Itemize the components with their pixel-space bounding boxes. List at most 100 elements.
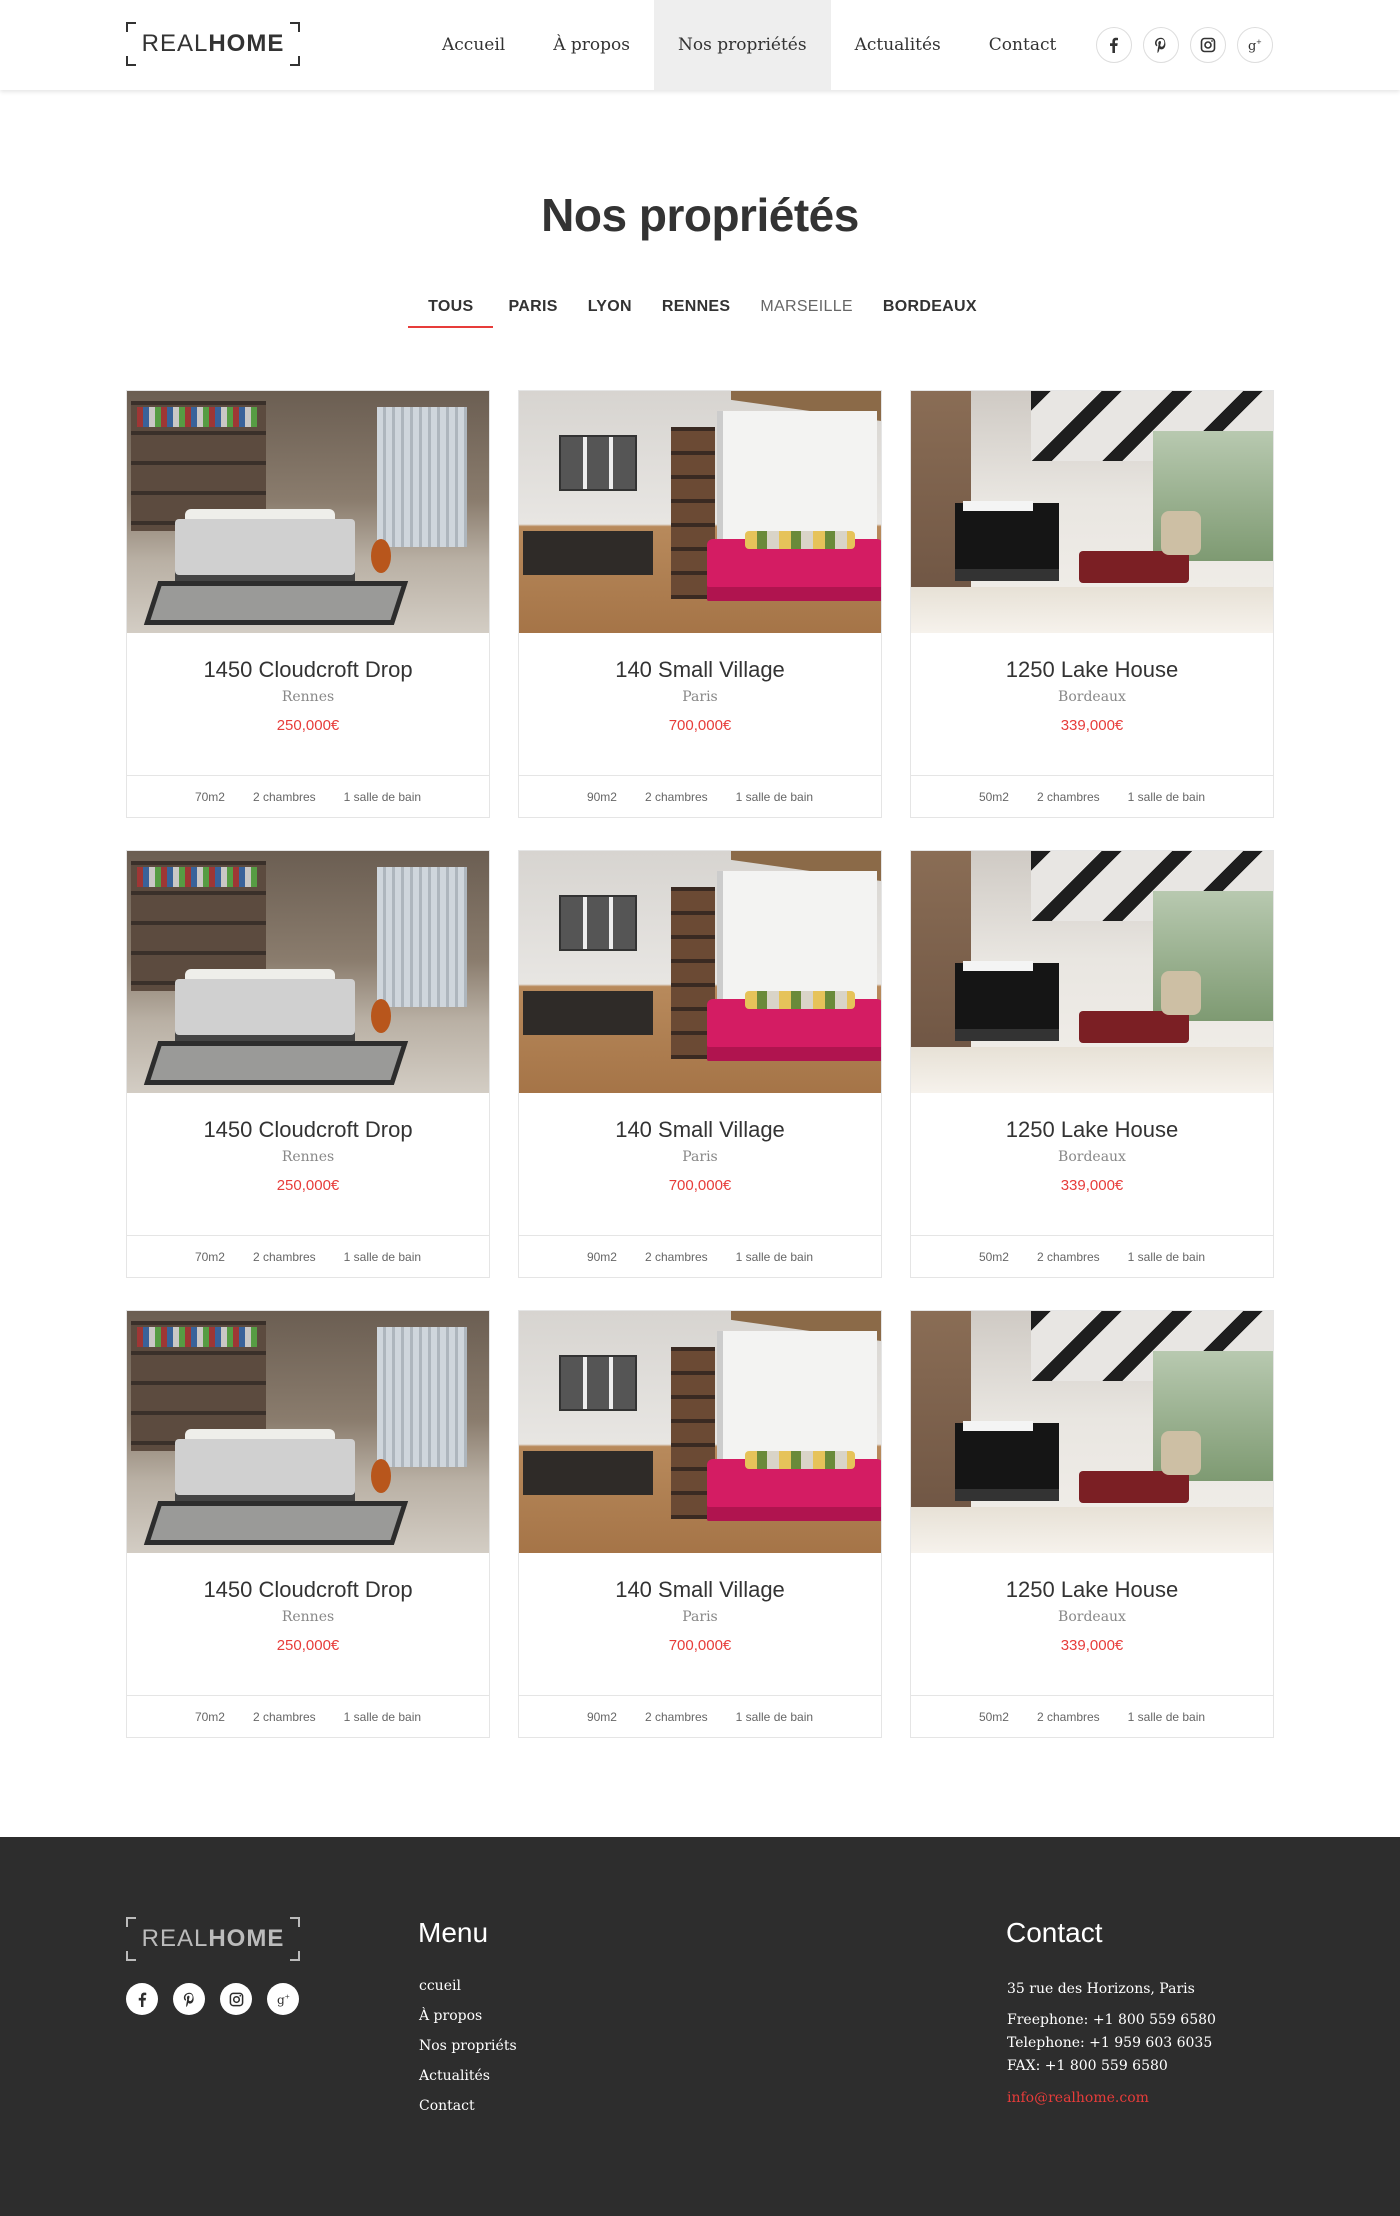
property-area: 50m2 <box>978 789 1009 804</box>
footer-menu-title: Menu <box>418 1917 489 1948</box>
property-card[interactable]: 140 Small Village Paris 700,000€ 90m2 2 cham… <box>518 850 882 1278</box>
footer-telephone: Telephone: +1 959 603 6035 <box>1007 2035 1213 2051</box>
property-bathrooms: 1 salle de bain <box>343 789 422 804</box>
property-name[interactable]: 140 Small Village <box>519 1117 881 1143</box>
filter-tab-rennes[interactable]: RENNES <box>647 294 745 328</box>
property-photo[interactable] <box>911 1311 1273 1553</box>
footer-email-link[interactable]: info@realhome.com <box>1007 2087 1216 2110</box>
filter-tab-tous[interactable]: TOUS <box>408 294 494 328</box>
property-bedrooms: 2 chambres <box>1036 1249 1100 1264</box>
filter-tab-lyon[interactable]: LYON <box>573 294 647 328</box>
property-card[interactable]: 1450 Cloudcroft Drop Rennes 250,000€ 70m2 2 … <box>126 1310 490 1738</box>
property-bedrooms: 2 chambres <box>252 1249 316 1264</box>
nav-item-nos-proprietes[interactable]: Nos propriétés <box>653 0 831 90</box>
property-grid: 1450 Cloudcroft Drop Rennes 250,000€ 70m2 2 … <box>126 390 1274 1738</box>
nav-item-a-propos[interactable]: À propos <box>529 0 654 90</box>
facebook-icon[interactable] <box>1096 27 1132 63</box>
property-card[interactable]: 1250 Lake House Bordeaux 339,000€ 50m2 2 cha… <box>910 390 1274 818</box>
property-details: 50m2 2 chambres 1 salle de bain <box>911 775 1273 817</box>
page-title: Nos propriétés <box>541 189 859 241</box>
property-info: 1450 Cloudcroft Drop Rennes 250,000€ <box>127 1553 489 1695</box>
footer-social-links: g + <box>126 1983 299 2015</box>
site-logo[interactable]: REALHOME <box>126 22 300 66</box>
nav-item-contact[interactable]: Contact <box>965 0 1081 90</box>
property-card[interactable]: 140 Small Village Paris 700,000€ 90m2 2 cham… <box>518 1310 882 1738</box>
svg-text:+: + <box>1256 38 1262 46</box>
property-info: 1450 Cloudcroft Drop Rennes 250,000€ <box>127 633 489 775</box>
footer-menu-contact[interactable]: Contact <box>419 2097 517 2115</box>
property-name[interactable]: 1450 Cloudcroft Drop <box>127 657 489 683</box>
footer-contact-title: Contact <box>1006 1917 1103 1948</box>
property-city: Paris <box>682 1609 718 1625</box>
property-info: 1450 Cloudcroft Drop Rennes 250,000€ <box>127 1093 489 1235</box>
property-details: 90m2 2 chambres 1 salle de bain <box>519 775 881 817</box>
logo-text-light: REAL <box>141 30 209 57</box>
property-area: 70m2 <box>194 1709 225 1724</box>
property-card[interactable]: 140 Small Village Paris 700,000€ 90m2 2 cham… <box>518 390 882 818</box>
property-details: 50m2 2 chambres 1 salle de bain <box>911 1695 1273 1737</box>
property-city: Paris <box>682 689 718 705</box>
property-photo[interactable] <box>127 851 489 1093</box>
site-header: REALHOME Accueil À propos Nos propriétés… <box>0 0 1400 90</box>
instagram-icon[interactable] <box>220 1983 252 2015</box>
property-photo[interactable] <box>911 851 1273 1093</box>
property-area: 50m2 <box>978 1709 1009 1724</box>
footer-menu-actualites[interactable]: Actualités <box>419 2067 517 2085</box>
property-name[interactable]: 1250 Lake House <box>911 657 1273 683</box>
property-bathrooms: 1 salle de bain <box>343 1709 422 1724</box>
property-info: 140 Small Village Paris 700,000€ <box>519 1553 881 1695</box>
property-area: 70m2 <box>194 789 225 804</box>
property-photo[interactable] <box>127 1311 489 1553</box>
footer-logo[interactable]: REALHOME <box>126 1917 300 1961</box>
footer-menu-nos-proprietes[interactable]: Nos propriéts <box>419 2037 517 2055</box>
nav-item-actualites[interactable]: Actualités <box>831 0 965 90</box>
property-name[interactable]: 140 Small Village <box>519 1577 881 1603</box>
property-bathrooms: 1 salle de bain <box>735 1249 814 1264</box>
footer-menu-a-propos[interactable]: À propos <box>419 2007 517 2025</box>
property-name[interactable]: 1450 Cloudcroft Drop <box>127 1117 489 1143</box>
property-card[interactable]: 1450 Cloudcroft Drop Rennes 250,000€ 70m2 2 … <box>126 390 490 818</box>
property-city: Rennes <box>281 1149 335 1165</box>
property-name[interactable]: 1250 Lake House <box>911 1117 1273 1143</box>
property-bedrooms: 2 chambres <box>1036 1709 1100 1724</box>
instagram-icon[interactable] <box>1190 27 1226 63</box>
property-card[interactable]: 1450 Cloudcroft Drop Rennes 250,000€ 70m2 2 … <box>126 850 490 1278</box>
property-photo[interactable] <box>519 1311 881 1553</box>
pinterest-icon[interactable] <box>173 1983 205 2015</box>
property-info: 1250 Lake House Bordeaux 339,000€ <box>911 633 1273 775</box>
google-plus-icon[interactable]: g + <box>1237 27 1273 63</box>
property-price: 250,000€ <box>276 717 340 734</box>
property-bedrooms: 2 chambres <box>252 1709 316 1724</box>
property-name[interactable]: 1450 Cloudcroft Drop <box>127 1577 489 1603</box>
property-card[interactable]: 1250 Lake House Bordeaux 339,000€ 50m2 2 cha… <box>910 850 1274 1278</box>
property-photo[interactable] <box>911 391 1273 633</box>
property-photo[interactable] <box>519 391 881 633</box>
property-price: 250,000€ <box>276 1637 340 1654</box>
pinterest-icon[interactable] <box>1143 27 1179 63</box>
logo-text-bold: HOME <box>208 30 285 57</box>
filter-tab-paris[interactable]: PARIS <box>493 294 572 328</box>
filter-tab-marseille[interactable]: MARSEILLE <box>745 294 868 328</box>
filter-tab-bordeaux[interactable]: BORDEAUX <box>868 294 992 328</box>
property-bathrooms: 1 salle de bain <box>735 1709 814 1724</box>
property-city: Rennes <box>281 689 335 705</box>
property-photo[interactable] <box>127 391 489 633</box>
property-card[interactable]: 1250 Lake House Bordeaux 339,000€ 50m2 2 cha… <box>910 1310 1274 1738</box>
property-city: Paris <box>682 1149 718 1165</box>
property-city: Bordeaux <box>1058 689 1126 705</box>
google-plus-icon[interactable]: g + <box>267 1983 299 2015</box>
property-bathrooms: 1 salle de bain <box>343 1249 422 1264</box>
property-details: 70m2 2 chambres 1 salle de bain <box>127 775 489 817</box>
main-nav: Accueil À propos Nos propriétés Actualit… <box>418 0 1080 90</box>
facebook-icon[interactable] <box>126 1983 158 2015</box>
property-photo[interactable] <box>519 851 881 1093</box>
property-price: 339,000€ <box>1060 717 1124 734</box>
footer-menu-accueil[interactable]: ccueil <box>419 1977 517 1995</box>
property-city: Rennes <box>281 1609 335 1625</box>
property-bathrooms: 1 salle de bain <box>1127 789 1206 804</box>
site-footer: REALHOME g + Menu ccueil À propos Nos pro… <box>0 1837 1400 2216</box>
property-name[interactable]: 1250 Lake House <box>911 1577 1273 1603</box>
nav-item-accueil[interactable]: Accueil <box>418 0 529 90</box>
property-details: 70m2 2 chambres 1 salle de bain <box>127 1695 489 1737</box>
property-name[interactable]: 140 Small Village <box>519 657 881 683</box>
